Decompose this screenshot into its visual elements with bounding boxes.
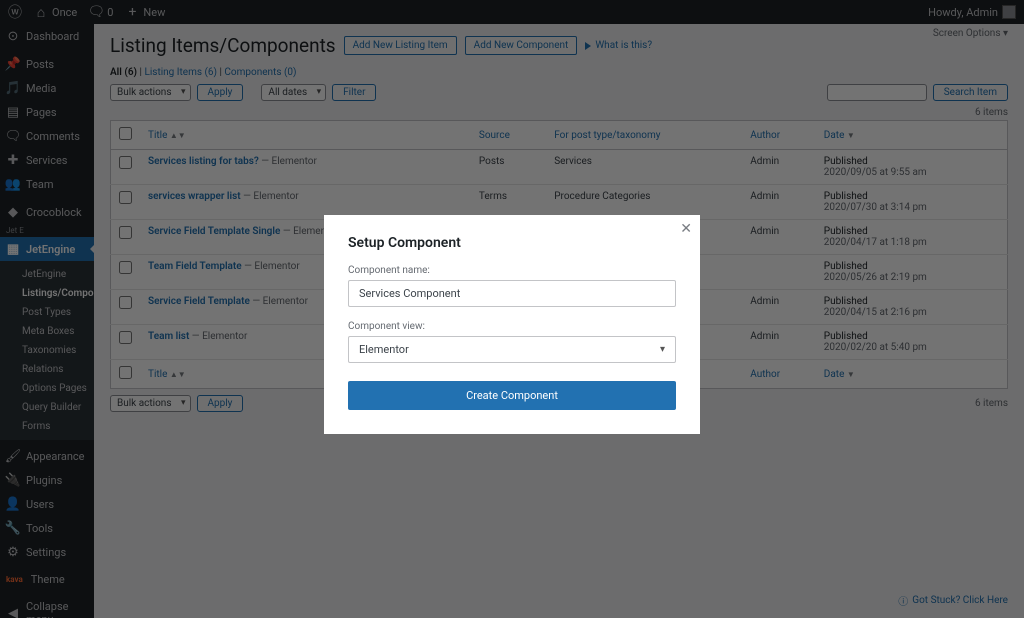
setup-component-modal: ✕ Setup Component Component name: Compon… — [324, 215, 700, 434]
modal-overlay[interactable]: ✕ Setup Component Component name: Compon… — [0, 0, 1024, 618]
chevron-down-icon: ▾ — [660, 344, 665, 355]
component-name-input[interactable] — [348, 280, 676, 307]
modal-title: Setup Component — [348, 235, 676, 251]
name-label: Component name: — [348, 265, 676, 276]
modal-close-button[interactable]: ✕ — [680, 221, 692, 237]
view-label: Component view: — [348, 321, 676, 332]
create-component-button[interactable]: Create Component — [348, 381, 676, 410]
component-view-select[interactable]: Elementor ▾ — [348, 336, 676, 363]
